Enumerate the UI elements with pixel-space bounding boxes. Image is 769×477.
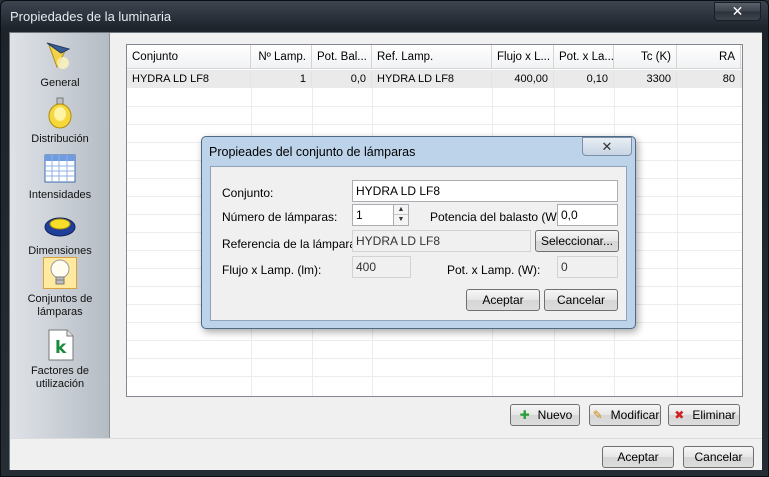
lamp-ref-field: HYDRA LD LF8 [352, 230, 531, 252]
dialog-footer: Aceptar Cancelar [10, 438, 762, 470]
column-header-pot-lamp[interactable]: Pot. x La... [554, 45, 614, 69]
column-header-conjunto[interactable]: Conjunto [127, 45, 251, 69]
dialog-title: Propieades del conjunto de lámparas [209, 145, 416, 159]
sidebar-item-dimensiones[interactable]: Dimensiones [10, 209, 110, 258]
sidebar-item-general[interactable]: General [10, 41, 110, 90]
sidebar-item-label: Conjuntos de lámparas [27, 293, 93, 318]
lamp-power-field: 0 [557, 256, 618, 278]
new-button-label: Nuevo [537, 408, 573, 422]
lightbulb-icon [43, 257, 77, 289]
sidebar: General Distribución Intensidades Dimens… [10, 33, 110, 438]
flux-field: 400 [352, 256, 411, 278]
grid-line [677, 88, 678, 396]
num-lamps-field[interactable]: 1 [352, 204, 394, 226]
edit-button-label: Modificar [610, 408, 660, 422]
delete-button-label: Eliminar [692, 408, 736, 422]
lamp-set-dialog: Propieades del conjunto de lámparas ✕ Co… [201, 136, 636, 329]
dialog-cancel-button[interactable]: Cancelar [544, 289, 618, 311]
sidebar-item-label: General [40, 77, 80, 89]
accept-button[interactable]: Aceptar [602, 446, 674, 468]
table-cell: HYDRA LD LF8 [372, 70, 492, 88]
table-cell: HYDRA LD LF8 [127, 70, 251, 88]
conjunto-field[interactable]: HYDRA LD LF8 [352, 180, 618, 202]
lamp-power-label: Pot. x Lamp. (W): [447, 263, 541, 277]
sidebar-item-factores[interactable]: k Factores de utilización [10, 329, 110, 391]
k-factor-icon: k [43, 329, 77, 361]
flux-label: Flujo x Lamp. (lm): [222, 263, 322, 277]
grid-line [127, 106, 742, 107]
dialog-accept-button[interactable]: Aceptar [466, 289, 540, 311]
select-lamp-button[interactable]: Seleccionar... [535, 230, 619, 252]
table-grid-icon [43, 153, 77, 185]
lamp-icon [43, 41, 77, 73]
grid-line [127, 358, 742, 359]
light-distribution-icon [43, 97, 77, 129]
cancel-button[interactable]: Cancelar [683, 446, 754, 468]
num-lamps-stepper[interactable]: ▲ ▼ [393, 204, 409, 226]
table-cell: 0,10 [554, 70, 614, 88]
table-header: Conjunto Nº Lamp. Pot. Bal... Ref. Lamp.… [127, 45, 742, 69]
pencil-icon: ✎ [592, 408, 603, 422]
spin-down-icon[interactable]: ▼ [394, 215, 408, 225]
dialog-close-button[interactable]: ✕ [582, 137, 632, 156]
lamp-ref-label: Referencia de la lámpara: [222, 237, 360, 251]
sidebar-item-label: Intensidades [28, 189, 92, 201]
new-button[interactable]: ✚ Nuevo [510, 404, 580, 426]
conjunto-label: Conjunto: [222, 186, 274, 200]
num-lamps-label: Número de lámparas: [222, 210, 338, 224]
column-header-tc[interactable]: Tc (K) [614, 45, 677, 69]
table-cell: 0,0 [312, 70, 372, 88]
svg-text:k: k [55, 338, 67, 358]
table-row[interactable]: HYDRA LD LF8 1 0,0 HYDRA LD LF8 400,00 0… [127, 70, 742, 88]
grid-line [127, 376, 742, 377]
column-header-pot-bal[interactable]: Pot. Bal... [312, 45, 372, 69]
sidebar-item-label: Factores de utilización [30, 365, 90, 390]
title-bar: Propiedades de la luminaria ✕ [1, 1, 768, 31]
ballast-field[interactable]: 0,0 [557, 204, 618, 226]
ballast-label: Potencia del balasto (W): [430, 210, 565, 224]
grid-line [127, 124, 742, 125]
sidebar-item-distribucion[interactable]: Distribución [10, 97, 110, 146]
sidebar-item-label: Distribución [31, 133, 89, 145]
table-cell: 1 [251, 70, 312, 88]
column-header-ra[interactable]: RA [677, 45, 741, 69]
edit-button[interactable]: ✎ Modificar [589, 404, 661, 426]
delete-button[interactable]: ✖ Eliminar [668, 404, 740, 426]
delete-x-icon: ✖ [674, 408, 685, 422]
dialog-body: Conjunto: HYDRA LD LF8 Número de lámpara… [210, 166, 627, 321]
window-close-button[interactable]: ✕ [714, 2, 761, 21]
column-header-num-lamp[interactable]: Nº Lamp. [251, 45, 312, 69]
sidebar-item-label: Dimensiones [28, 245, 92, 257]
plus-icon: ✚ [519, 408, 530, 422]
window-title: Propiedades de la luminaria [10, 9, 172, 24]
luminaire-dimensions-icon [43, 209, 77, 241]
sidebar-item-conjuntos[interactable]: Conjuntos de lámparas [10, 257, 110, 319]
column-header-ref-lamp[interactable]: Ref. Lamp. [372, 45, 492, 69]
grid-line [127, 340, 742, 341]
table-cell: 3300 [614, 70, 677, 88]
table-cell: 400,00 [492, 70, 554, 88]
table-cell: 80 [677, 70, 741, 88]
sidebar-item-intensidades[interactable]: Intensidades [10, 153, 110, 202]
spin-up-icon[interactable]: ▲ [394, 205, 408, 215]
column-header-flujo[interactable]: Flujo x L... [492, 45, 554, 69]
